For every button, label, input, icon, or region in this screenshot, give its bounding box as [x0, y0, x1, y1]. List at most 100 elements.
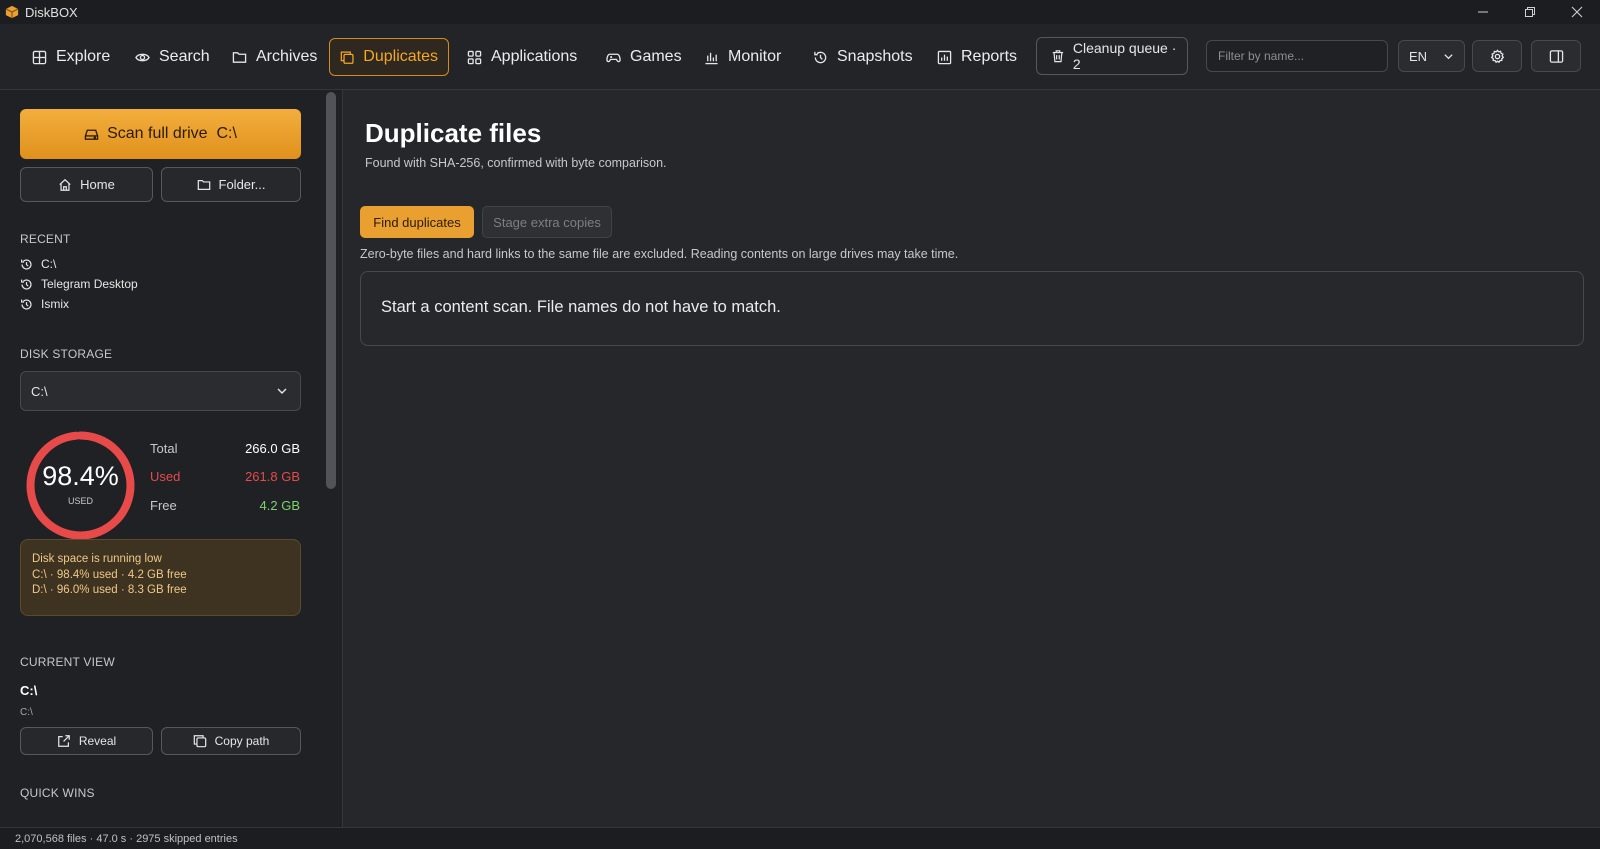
scan-full-drive-label: Scan full drive C:\ [107, 125, 237, 142]
reveal-label: Reveal [78, 734, 117, 748]
copy-icon [340, 51, 354, 64]
folder-button[interactable]: Folder... [161, 167, 301, 202]
recent-item[interactable]: Ismix [20, 297, 69, 311]
disk-storage-heading: DISK STORAGE [20, 347, 113, 361]
title-bar: DiskBOX [0, 0, 1600, 24]
bar-chart-icon [705, 52, 718, 64]
tab-label: Applications [491, 48, 578, 65]
reveal-button[interactable]: Reveal [20, 727, 153, 755]
tab-monitor[interactable]: Monitor [694, 38, 791, 76]
total-label: Total [150, 441, 178, 456]
filter-input[interactable] [1206, 40, 1388, 72]
page-title: Duplicate files [365, 118, 542, 148]
minimize-icon [1477, 11, 1488, 13]
folder-icon [197, 179, 210, 190]
status-text: 2,070,568 files · 47.0 s · 2975 skipped … [15, 832, 238, 845]
tab-label: Reports [961, 48, 1018, 65]
tab-explore[interactable]: Explore [22, 38, 120, 76]
tab-reports[interactable]: Reports [927, 38, 1027, 76]
app-title: DiskBOX [25, 4, 78, 20]
folder-icon [232, 51, 247, 63]
page-subtitle: Found with SHA-256, confirmed with byte … [365, 156, 667, 170]
tab-search[interactable]: Search [125, 38, 220, 76]
tab-applications[interactable]: Applications [457, 38, 587, 76]
language-value: EN [1409, 48, 1428, 64]
restore-button[interactable] [1506, 0, 1553, 24]
free-label: Free [150, 498, 177, 513]
tab-label: Search [159, 48, 210, 65]
recent-item-label: Telegram Desktop [41, 277, 138, 291]
warning-line: D:\ · 96.0% used · 8.3 GB free [32, 584, 187, 596]
home-label: Home [80, 177, 115, 192]
gear-icon [1490, 48, 1504, 63]
stage-extra-copies-button[interactable]: Stage extra copies [482, 206, 612, 238]
drive-select-value: C:\ [31, 383, 48, 399]
close-icon [1571, 6, 1582, 18]
minimize-button[interactable] [1459, 0, 1506, 24]
recent-item-label: C:\ [41, 257, 57, 271]
drive-icon [84, 129, 99, 140]
free-value: 4.2 GB [259, 498, 300, 513]
history-icon [21, 298, 32, 310]
tab-label: Archives [256, 48, 318, 65]
current-path: C:\ [20, 683, 38, 698]
sidebar-panel-icon [1549, 49, 1563, 63]
toggle-panel-button[interactable] [1531, 40, 1581, 72]
recent-item[interactable]: Telegram Desktop [20, 277, 138, 291]
warning-title: Disk space is running low [32, 553, 162, 565]
box-icon [5, 5, 19, 19]
scan-note: Zero-byte files and hard links to the sa… [360, 247, 959, 261]
tab-archives[interactable]: Archives [222, 38, 327, 76]
recent-heading: RECENT [20, 232, 71, 246]
copy-path-button[interactable]: Copy path [161, 727, 301, 755]
tab-label: Snapshots [837, 48, 913, 65]
gamepad-icon [606, 53, 621, 62]
sidebar-scrollbar[interactable] [326, 92, 336, 489]
settings-button[interactable] [1472, 40, 1522, 72]
tab-games[interactable]: Games [596, 38, 692, 76]
find-duplicates-button[interactable]: Find duplicates [360, 206, 474, 238]
home-button[interactable]: Home [20, 167, 153, 202]
chevron-down-icon [1444, 53, 1453, 59]
empty-state-card: Start a content scan. File names do not … [360, 271, 1584, 346]
gauge-caption: USED [67, 496, 93, 506]
external-link-icon [57, 735, 70, 747]
tab-label: Games [630, 48, 682, 65]
copy-path-label: Copy path [214, 734, 270, 748]
empty-state-message: Start a content scan. File names do not … [381, 298, 781, 316]
cleanup-queue-label: Cleanup queue · 2 [1072, 40, 1177, 72]
trash-icon [1052, 50, 1064, 63]
chevron-down-icon [277, 388, 287, 394]
close-button[interactable] [1553, 0, 1600, 24]
total-value: 266.0 GB [245, 441, 300, 456]
history-icon [814, 51, 827, 63]
scan-full-drive-button[interactable]: Scan full drive C:\ [20, 109, 301, 159]
recent-item-label: Ismix [41, 297, 69, 311]
recent-item[interactable]: C:\ [20, 257, 56, 271]
apps-icon [467, 50, 482, 64]
restore-icon [1524, 7, 1535, 17]
used-value: 261.8 GB [245, 469, 300, 484]
language-select[interactable]: EN [1398, 40, 1465, 72]
sidebar: Scan full drive C:\ Home Folder... RECEN… [0, 90, 343, 827]
tab-duplicates[interactable]: Duplicates [329, 38, 449, 76]
folder-label: Folder... [218, 177, 266, 192]
cleanup-queue-button[interactable]: Cleanup queue · 2 [1036, 37, 1188, 75]
gauge-percent: 98.4% [42, 461, 119, 491]
status-bar: 2,070,568 files · 47.0 s · 2975 skipped … [0, 827, 1600, 849]
top-navigation: Explore Search Archives Duplicates Appli… [0, 24, 1600, 90]
eye-icon [135, 53, 150, 61]
tab-label: Duplicates [363, 48, 438, 65]
main-content: Duplicate files Found with SHA-256, conf… [343, 90, 1600, 827]
report-icon [937, 50, 952, 64]
tab-label: Explore [56, 48, 111, 65]
grid-icon [32, 50, 47, 64]
low-disk-warning: Disk space is running low C:\ · 98.4% us… [20, 539, 301, 616]
drive-select[interactable]: C:\ [20, 371, 301, 411]
used-label: Used [150, 469, 181, 484]
tab-snapshots[interactable]: Snapshots [803, 38, 923, 76]
current-view-heading: CURRENT VIEW [20, 655, 115, 669]
history-icon [21, 278, 32, 290]
home-icon [59, 178, 71, 191]
quick-wins-heading: QUICK WINS [20, 786, 95, 800]
